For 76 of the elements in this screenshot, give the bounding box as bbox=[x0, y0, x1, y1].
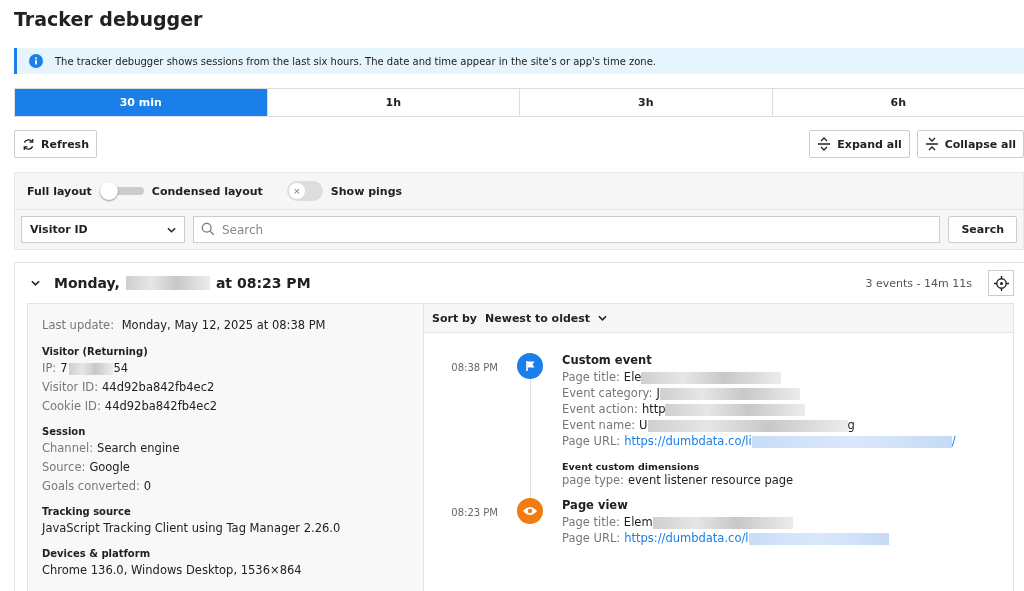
search-icon bbox=[201, 222, 215, 236]
event-time: 08:38 PM bbox=[450, 361, 498, 375]
field-label: Cookie ID: bbox=[42, 399, 101, 413]
field-value: event listener resource page bbox=[627, 473, 794, 487]
session-title: at 08:23 PM bbox=[215, 275, 311, 291]
toggle-label: Full layout bbox=[27, 184, 92, 198]
field-label: Event name: bbox=[562, 418, 636, 432]
page-title: Tracker debugger bbox=[14, 8, 204, 30]
section-heading: Visitor (Returning) bbox=[42, 346, 149, 357]
field-value: 44d92ba842fb4ec2 bbox=[102, 380, 215, 394]
filter-select[interactable]: Visitor ID bbox=[21, 216, 185, 243]
collapse-all-button[interactable]: Collapse all bbox=[916, 130, 1024, 158]
field-value: Google bbox=[89, 460, 130, 474]
pings-switch[interactable]: × bbox=[286, 181, 323, 201]
field-value: 0 bbox=[143, 479, 152, 493]
field-label: Event category: bbox=[562, 386, 653, 400]
field-label: Page URL: bbox=[562, 434, 621, 448]
page-url-link[interactable]: https://dumbdata.co/l bbox=[624, 531, 749, 545]
field-value: JavaScript Tracking Client using Tag Manager 2.26.0 bbox=[42, 521, 341, 535]
page-url-link[interactable]: / bbox=[951, 434, 956, 448]
section-heading: Devices & platform bbox=[42, 548, 152, 559]
event-title: Custom event bbox=[562, 353, 653, 367]
eye-icon bbox=[522, 506, 538, 516]
field-value: Chrome 136.0, Windows Desktop, 1536×864 bbox=[42, 563, 302, 577]
expand-icon bbox=[817, 137, 832, 151]
field-label: Visitor ID: bbox=[42, 380, 99, 394]
sort-label: Sort by bbox=[432, 311, 478, 325]
field-label: Last update: bbox=[42, 318, 114, 332]
field-label: IP: bbox=[42, 361, 57, 375]
section-heading: Tracking source bbox=[42, 506, 132, 517]
search-button[interactable]: Search bbox=[948, 216, 1017, 243]
crosshair-icon bbox=[993, 275, 1009, 291]
info-icon bbox=[29, 54, 43, 68]
field-label: page type: bbox=[562, 473, 624, 487]
section-heading: Event custom dimensions bbox=[562, 461, 701, 472]
field-label: Channel: bbox=[42, 441, 94, 455]
session-title: Monday, bbox=[54, 275, 120, 291]
search-field[interactable]: Search bbox=[193, 216, 941, 243]
field-label: Goals converted: bbox=[42, 479, 140, 493]
field-label: Event action: bbox=[562, 402, 638, 416]
field-label: Page title: bbox=[562, 515, 620, 529]
section-heading: Session bbox=[42, 426, 87, 437]
flag-icon bbox=[524, 360, 536, 372]
field-label: Source: bbox=[42, 460, 86, 474]
field-value: Elem bbox=[623, 515, 653, 529]
field-value: 54 bbox=[113, 361, 129, 375]
event-time: 08:23 PM bbox=[450, 506, 498, 520]
field-value: Ele bbox=[623, 370, 642, 384]
page-url-link[interactable]: https://dumbdata.co/li bbox=[624, 434, 752, 448]
time-range-tab[interactable]: 30 min bbox=[15, 89, 267, 116]
field-value: http bbox=[641, 402, 666, 416]
chevron-down-icon bbox=[598, 315, 608, 321]
session-summary: 3 events - 14m 11s bbox=[865, 276, 972, 290]
chevron-down-icon bbox=[167, 226, 176, 233]
sort-select[interactable]: Newest to oldest bbox=[485, 311, 608, 325]
refresh-icon bbox=[22, 137, 35, 151]
field-value: g bbox=[847, 418, 855, 432]
refresh-button[interactable]: Refresh bbox=[14, 130, 97, 158]
field-value: 44d92ba842fb4ec2 bbox=[104, 399, 218, 413]
field-value: J bbox=[656, 386, 660, 400]
event-title: Page view bbox=[562, 498, 629, 512]
field-value: U bbox=[639, 418, 648, 432]
expand-all-button[interactable]: Expand all bbox=[809, 130, 910, 158]
field-label: Page URL: bbox=[562, 531, 621, 545]
toggle-label: Show pings bbox=[330, 184, 403, 198]
info-text: The tracker debugger shows sessions from the last six hours. The date and time appear in the site's or app's time zone. bbox=[55, 55, 656, 67]
toggle-label: Condensed layout bbox=[151, 184, 263, 198]
redacted-block bbox=[68, 362, 113, 375]
locate-button[interactable] bbox=[988, 270, 1014, 296]
layout-switch[interactable] bbox=[99, 182, 144, 200]
field-value: Search engine bbox=[97, 441, 180, 455]
field-value: Monday, May 12, 2025 at 08:38 PM bbox=[121, 318, 326, 332]
field-value: 7 bbox=[60, 361, 68, 375]
chevron-down-icon[interactable] bbox=[31, 280, 40, 286]
field-label: Page title: bbox=[562, 370, 620, 384]
collapse-icon bbox=[924, 137, 939, 151]
